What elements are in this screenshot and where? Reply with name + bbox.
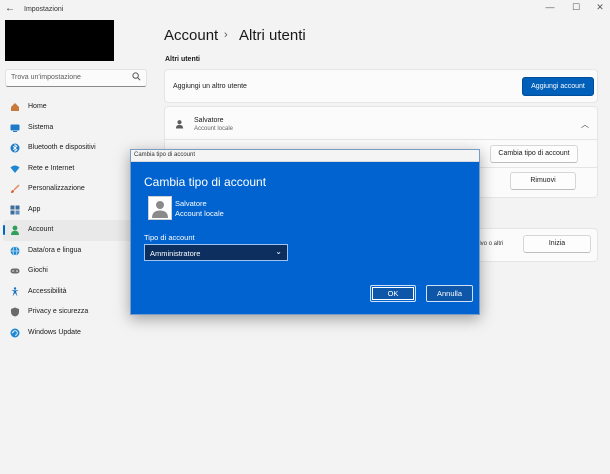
accessibility-icon [11, 286, 19, 296]
user-name: Salvatore [194, 117, 224, 124]
change-account-type-dialog: Cambia tipo di account Cambia tipo di ac… [130, 149, 480, 315]
add-user-card: Aggiungi un altro utente Aggiungi accoun… [164, 69, 598, 103]
system-icon [10, 124, 20, 132]
sidebar-item-label: Bluetooth e dispositivi [28, 144, 96, 151]
sidebar-item-label: Rete e Internet [28, 164, 75, 172]
sidebar-item-sistema[interactable]: Sistema [3, 118, 153, 139]
sidebar-item-label: App [28, 205, 41, 213]
account-icon [11, 225, 19, 235]
user-icon [175, 120, 184, 129]
dialog-heading: Cambia tipo di account [144, 175, 267, 189]
account-type-label: Tipo di account [144, 233, 195, 242]
user-avatar-icon [152, 201, 168, 218]
sidebar-item-label: Accessibilità [28, 287, 67, 295]
sidebar-item-label: Sistema [28, 123, 54, 131]
home-icon [11, 103, 19, 111]
dialog-user-name: Salvatore [175, 199, 207, 208]
title-bar: ← Impostazioni — ☐ ✕ [0, 0, 610, 20]
dialog-window-title: Cambia tipo di account [134, 152, 196, 158]
page-title: Altri utenti [239, 27, 306, 44]
cancel-button[interactable]: Annulla [426, 285, 473, 302]
bluetooth-icon [10, 143, 20, 153]
sidebar-item-label: Windows Update [28, 328, 81, 336]
selection-indicator [3, 225, 5, 235]
search-input[interactable]: Trova un'impostazione [5, 69, 147, 87]
gamepad-icon [10, 268, 20, 274]
sidebar-item-label: Personalizzazione [28, 185, 85, 192]
brush-icon [11, 184, 20, 193]
user-account-type: Account locale [194, 126, 234, 132]
breadcrumb-separator: › [224, 29, 228, 41]
chevron-down-icon: ⌄ [275, 247, 282, 256]
sidebar-item-home[interactable]: Home [3, 97, 153, 118]
sidebar-item-label: Home [28, 103, 47, 110]
add-account-button[interactable]: Aggiungi account [522, 77, 594, 96]
update-icon [10, 328, 20, 337]
dialog-user-type: Account locale [175, 209, 224, 218]
remove-user-button[interactable]: Rimuovi [510, 172, 576, 190]
sidebar-item-windows-update[interactable]: Windows Update [3, 323, 153, 344]
search-placeholder: Trova un'impostazione [11, 74, 81, 81]
shield-icon [11, 307, 19, 317]
minimize-button[interactable]: — [540, 2, 560, 12]
user-profile-redacted[interactable] [5, 20, 114, 61]
wifi-icon [10, 165, 20, 173]
ok-button[interactable]: OK [370, 285, 416, 302]
sidebar-item-label: Privacy e sicurezza [28, 308, 89, 315]
globe-icon [10, 245, 20, 256]
start-kiosk-button[interactable]: Inizia [523, 235, 591, 253]
account-type-select[interactable]: Amministratore ⌄ [144, 244, 288, 261]
maximize-button[interactable]: ☐ [566, 2, 586, 13]
apps-icon [10, 205, 20, 214]
close-button[interactable]: ✕ [590, 2, 610, 13]
add-user-label: Aggiungi un altro utente [173, 83, 247, 90]
search-icon[interactable] [132, 72, 141, 83]
dialog-title-bar: Cambia tipo di account [131, 150, 479, 162]
sidebar-item-label: Account [28, 226, 54, 233]
back-arrow-icon[interactable]: ← [5, 3, 15, 14]
divider [165, 139, 597, 140]
section-label: Altri utenti [165, 56, 200, 63]
chevron-up-icon[interactable]: ︿ [581, 119, 589, 130]
avatar [148, 196, 172, 220]
change-account-type-button[interactable]: Cambia tipo di account [490, 145, 578, 163]
breadcrumb-account[interactable]: Account [164, 27, 218, 44]
sidebar-item-label: Giochi [28, 267, 48, 274]
kiosk-description: ttivo o altri [476, 241, 504, 247]
account-type-value: Amministratore [150, 249, 201, 258]
app-title: Impostazioni [24, 6, 64, 13]
sidebar-item-label: Data/ora e lingua [28, 246, 82, 254]
